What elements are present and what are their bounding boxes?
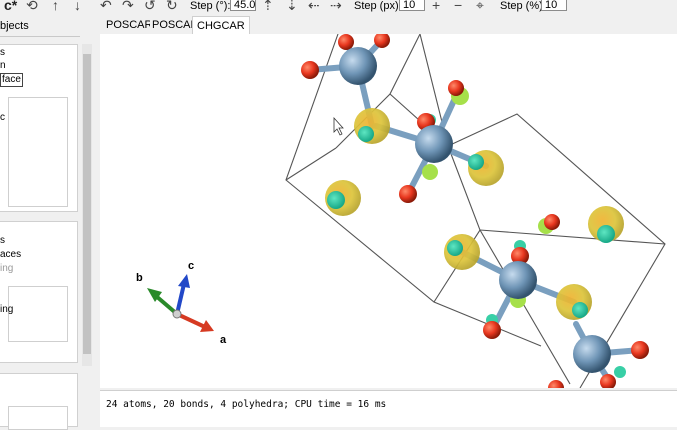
- objects-item-selected[interactable]: face: [0, 73, 23, 87]
- axis-b-label: b: [136, 272, 143, 284]
- objects-item[interactable]: n: [0, 60, 6, 72]
- objects-item[interactable]: s: [0, 235, 5, 247]
- tab-chgcar[interactable]: CHGCAR: [192, 16, 250, 34]
- move-left-icon[interactable]: ⇠: [308, 0, 320, 13]
- fit-view-icon[interactable]: ⌖: [476, 0, 484, 13]
- axis-a-label: a: [220, 334, 227, 346]
- bottom-box: [8, 406, 68, 430]
- properties-box: c: [0, 97, 68, 207]
- step-pct-input[interactable]: 10: [541, 0, 567, 11]
- step-deg-label: Step (°):: [190, 0, 231, 12]
- axis-c-line: [175, 283, 186, 315]
- rotate-left-icon[interactable]: ↺: [144, 0, 156, 13]
- mouse-cursor-icon: [333, 116, 344, 136]
- redo-icon[interactable]: ↷: [122, 0, 134, 13]
- step-pct-label: Step (%):: [500, 0, 546, 12]
- orbit-icon[interactable]: ⟲: [26, 0, 38, 13]
- move-up-icon[interactable]: ⇡: [262, 0, 274, 13]
- axis-c-label: c: [188, 260, 194, 272]
- objects-box-mid: s aces ing ing: [0, 221, 78, 363]
- objects-box-top: s n face c: [0, 44, 78, 212]
- step-deg-input[interactable]: 45.0: [230, 0, 256, 11]
- objects-box-bottom: [0, 373, 78, 430]
- zoom-in-icon[interactable]: +: [432, 0, 440, 13]
- toolbar: c* ⟲ ↑ ↓ ↶ ↷ ↺ ↻ Step (°): 45.0 ⇡ ⇣ ⇠ ⇢ …: [0, 0, 677, 16]
- panel-scrollbar-thumb[interactable]: [83, 54, 91, 354]
- structure-viewport[interactable]: a b c: [100, 34, 677, 388]
- orientation-axes: a b c: [136, 260, 227, 346]
- arrow-down-icon[interactable]: ↓: [74, 0, 81, 13]
- crystal-structure-render[interactable]: a b c: [100, 34, 677, 388]
- tab-poscar-1[interactable]: POSCAR: [104, 16, 155, 34]
- options-item[interactable]: ing: [0, 304, 13, 316]
- axis-a-line: [176, 312, 206, 329]
- step-px-label: Step (px):: [354, 0, 402, 12]
- zoom-out-icon[interactable]: −: [454, 0, 462, 13]
- objects-item-disabled: ing: [0, 263, 14, 274]
- move-down-icon[interactable]: ⇣: [286, 0, 298, 13]
- c-star-icon[interactable]: c*: [4, 0, 17, 13]
- options-box: ing: [0, 286, 68, 342]
- rotate-right-icon[interactable]: ↻: [166, 0, 178, 13]
- metal-atoms: [339, 47, 611, 373]
- objects-item[interactable]: aces: [0, 249, 21, 261]
- output-console[interactable]: 24 atoms, 20 bonds, 4 polyhedra; CPU tim…: [100, 390, 677, 427]
- properties-item[interactable]: c: [0, 112, 5, 124]
- status-text: 24 atoms, 20 bonds, 4 polyhedra; CPU tim…: [106, 399, 387, 410]
- objects-item[interactable]: s: [0, 47, 5, 59]
- objects-panel-title: bjects: [0, 20, 29, 32]
- undo-icon[interactable]: ↶: [100, 0, 112, 13]
- arrow-up-icon[interactable]: ↑: [52, 0, 59, 13]
- axis-c-arrowhead: [178, 274, 190, 288]
- panel-divider: [0, 36, 80, 37]
- step-px-input[interactable]: 10: [399, 0, 425, 11]
- move-right-icon[interactable]: ⇢: [330, 0, 342, 13]
- panel-scrollbar[interactable]: [82, 44, 92, 366]
- bonds: [307, 37, 643, 385]
- objects-panel: bjects s n face c s aces ing ing: [0, 16, 96, 430]
